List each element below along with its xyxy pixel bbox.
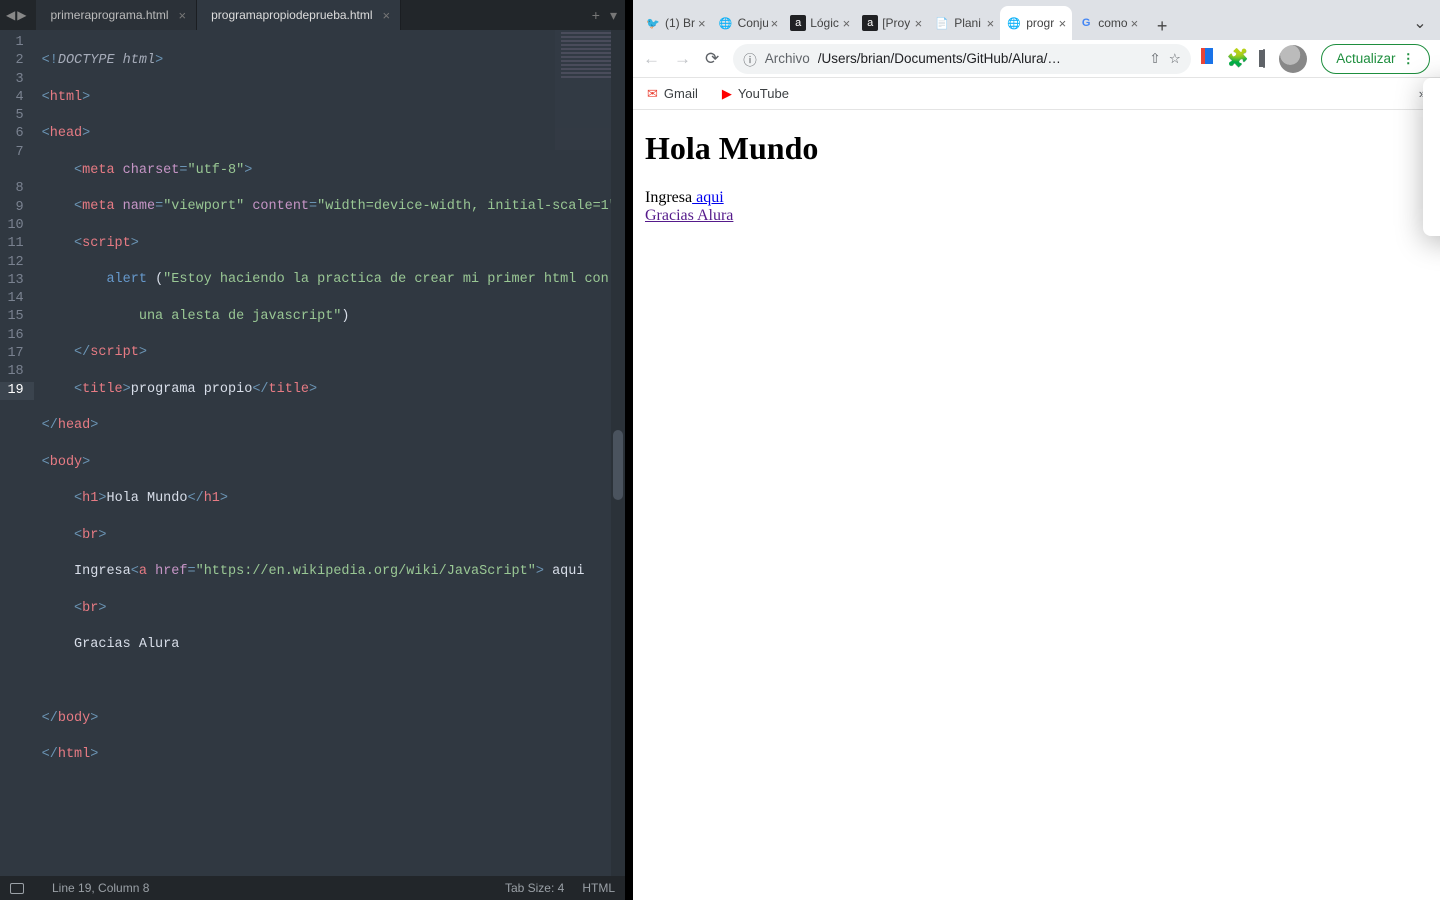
alura-icon: a — [790, 15, 806, 31]
address-bar[interactable]: ⓘ Archivo /Users/brian/Documents/GitHub/… — [733, 44, 1191, 74]
address-text: /Users/brian/Documents/GitHub/Alura/… — [818, 51, 1142, 66]
sidebar-toggle-icon[interactable] — [10, 883, 24, 894]
chrome-tab[interactable]: 🐦(1) Br× — [639, 6, 712, 40]
code-area[interactable]: 123 456 78 91011 121314 151617 1819 <!DO… — [0, 30, 625, 876]
info-icon[interactable]: ⓘ — [743, 49, 757, 69]
editor-scrollbar[interactable] — [611, 30, 625, 876]
editor-statusbar: Line 19, Column 8 Tab Size: 4 HTML — [0, 876, 625, 900]
star-icon[interactable]: ☆ — [1169, 51, 1181, 67]
close-icon[interactable]: × — [383, 8, 391, 23]
share-icon[interactable]: ⇧ — [1149, 51, 1160, 67]
new-tab-button[interactable]: + — [1148, 12, 1176, 40]
bookmark-youtube[interactable]: ▶ YouTube — [722, 86, 789, 102]
close-icon[interactable]: × — [1056, 16, 1067, 31]
status-cursor-pos[interactable]: Line 19, Column 8 — [52, 881, 149, 895]
page-heading: Hola Mundo — [645, 130, 1428, 167]
close-icon[interactable]: × — [179, 8, 187, 23]
chrome-tab[interactable]: Gcomo× — [1072, 6, 1144, 40]
update-button[interactable]: Actualizar⋮ — [1321, 44, 1430, 74]
close-icon[interactable]: × — [1128, 16, 1139, 31]
tab-menu-icon[interactable]: ▾ — [610, 7, 617, 24]
code-content[interactable]: <!DOCTYPE html> <html> <head> <meta char… — [34, 30, 625, 876]
chrome-tab[interactable]: 📄Plani× — [928, 6, 1000, 40]
close-icon[interactable]: × — [840, 16, 851, 31]
scheme-label: Archivo — [765, 51, 810, 66]
status-tabsize[interactable]: Tab Size: 4 — [505, 881, 564, 895]
twitter-icon: 🐦 — [645, 15, 661, 31]
js-alert-dialog: Esta página dice Estoy haciendo la pract… — [1423, 78, 1440, 236]
editor-tab-2[interactable]: programapropiodeprueba.html × — [197, 0, 401, 30]
browser-pane: 🐦(1) Br× 🌐Conju× aLógic× a[Proy× 📄Plani×… — [633, 0, 1440, 900]
close-icon[interactable]: × — [984, 16, 995, 31]
side-panel-icon[interactable] — [1263, 50, 1265, 68]
chrome-tab-strip: 🐦(1) Br× 🌐Conju× aLógic× a[Proy× 📄Plani×… — [633, 0, 1440, 40]
chrome-tab[interactable]: 🌐Conju× — [712, 6, 785, 40]
scroll-thumb[interactable] — [613, 430, 623, 500]
close-icon[interactable]: × — [912, 16, 923, 31]
tab-list-dropdown-icon[interactable]: ⌄ — [1406, 6, 1434, 40]
gmail-icon: ✉ — [647, 86, 658, 102]
editor-nav-back-icon[interactable]: ◀ — [6, 8, 15, 22]
globe-icon: 🌐 — [1006, 15, 1022, 31]
line-gutter: 123 456 78 91011 121314 151617 1819 — [0, 30, 34, 876]
link-gracias-alura[interactable]: Gracias Alura — [645, 207, 733, 224]
extension-icon[interactable] — [1205, 48, 1213, 69]
browser-toolbar: ← → ⟳ ⓘ Archivo /Users/brian/Documents/G… — [633, 40, 1440, 78]
youtube-icon: ▶ — [722, 86, 732, 102]
split-divider[interactable] — [625, 0, 633, 900]
globe-icon: 🌐 — [718, 15, 734, 31]
reload-icon[interactable]: ⟳ — [705, 49, 719, 69]
back-icon[interactable]: ← — [643, 49, 660, 69]
page-content: Hola Mundo Ingresa aqui Gracias Alura — [633, 110, 1440, 900]
new-tab-icon[interactable]: + — [592, 7, 600, 24]
chrome-tab-active[interactable]: 🌐progr× — [1000, 6, 1072, 40]
doc-icon: 📄 — [934, 15, 950, 31]
close-icon[interactable]: × — [695, 16, 706, 31]
close-icon[interactable]: × — [768, 16, 779, 31]
status-lang[interactable]: HTML — [582, 881, 615, 895]
profile-avatar[interactable] — [1279, 45, 1307, 73]
bookmark-gmail[interactable]: ✉ Gmail — [647, 86, 698, 102]
link-aqui[interactable]: aqui — [692, 189, 724, 206]
chrome-tab[interactable]: aLógic× — [784, 6, 856, 40]
editor-tab-label: primeraprograma.html — [50, 8, 168, 22]
editor-tab-bar: ◀ ▶ primeraprograma.html × programapropi… — [0, 0, 625, 30]
chrome-tab[interactable]: a[Proy× — [856, 6, 928, 40]
editor-tab-label: programapropiodeprueba.html — [211, 8, 372, 22]
page-line-1: Ingresa aqui — [645, 189, 1428, 207]
extensions-icon[interactable]: 🧩 — [1227, 48, 1249, 69]
forward-icon[interactable]: → — [674, 49, 691, 69]
google-icon: G — [1078, 15, 1094, 31]
editor-nav-fwd-icon[interactable]: ▶ — [17, 8, 26, 22]
menu-icon: ⋮ — [1402, 51, 1416, 67]
alura-icon: a — [862, 15, 878, 31]
bookmarks-bar: ✉ Gmail ▶ YouTube » — [633, 78, 1440, 110]
editor-pane: ◀ ▶ primeraprograma.html × programapropi… — [0, 0, 625, 900]
editor-tab-1[interactable]: primeraprograma.html × — [36, 0, 197, 30]
